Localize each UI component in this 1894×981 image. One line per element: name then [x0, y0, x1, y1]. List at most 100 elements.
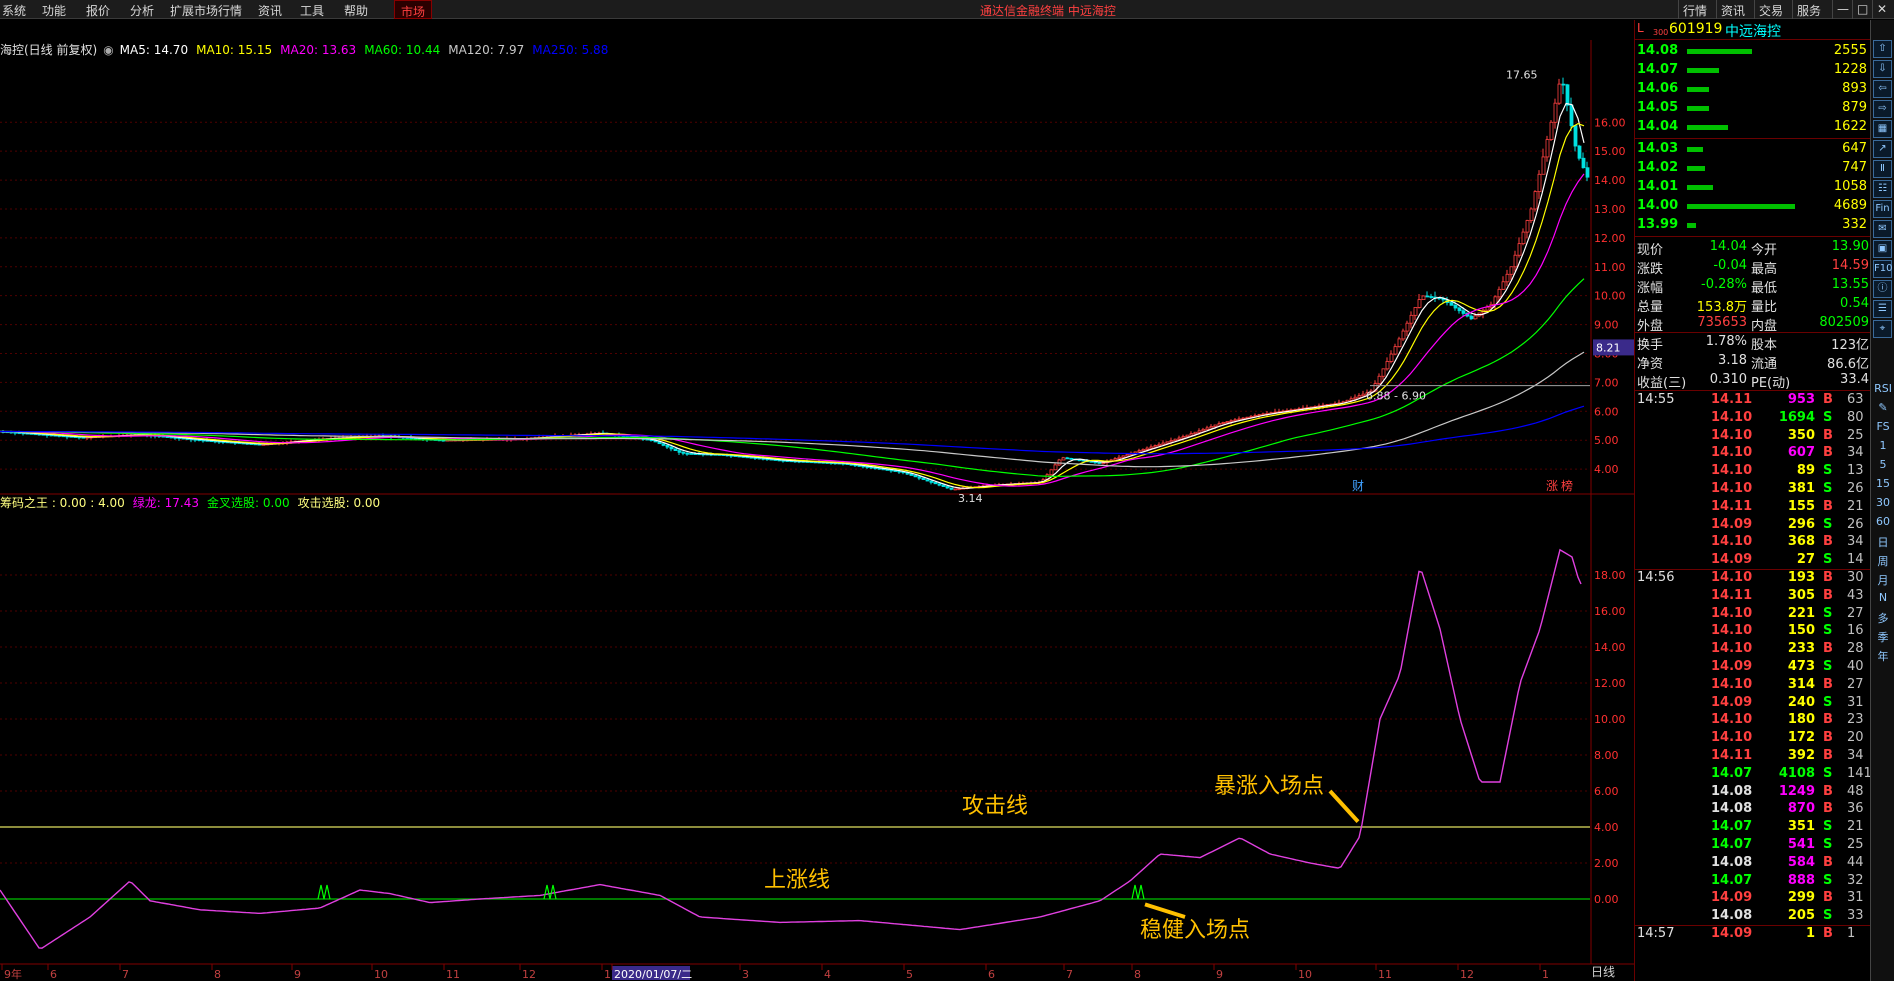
f10-icon[interactable]: F10 [1873, 260, 1892, 278]
tick-price: 14.10 [1711, 445, 1753, 461]
tick-count: 48 [1847, 783, 1864, 799]
bids-volume: 1058 [1833, 179, 1867, 194]
stat-row: 涨幅 -0.28% 最低 13.55 [1635, 276, 1871, 296]
trade-tick-row: 14.10 221 S 27 [1635, 605, 1871, 623]
chart-icon[interactable]: ↗ [1873, 140, 1892, 158]
bids-volume: 332 [1842, 217, 1867, 232]
rise-marker[interactable]: 涨 [1546, 478, 1558, 493]
stat-label-right: 今开 [1751, 243, 1778, 258]
asks-depth-bar [1687, 106, 1709, 111]
asks-depth-bar [1687, 49, 1752, 54]
tick-price: 14.10 [1711, 427, 1753, 443]
menu-item-6[interactable]: 工具 [300, 2, 324, 19]
tick-price: 14.10 [1711, 641, 1753, 657]
news-icon[interactable]: ✉ [1873, 220, 1892, 238]
tick-side: S [1823, 516, 1833, 532]
top-right-button-3[interactable]: 服务 [1792, 0, 1825, 19]
sidebar-text-12[interactable]: 多 [1871, 610, 1894, 626]
tick-volume: 584 [1787, 854, 1815, 870]
sidebar-text-9[interactable]: 周 [1871, 553, 1894, 569]
close-icon[interactable]: ✕ [1872, 0, 1891, 19]
main-y-tick: 5.00 [1594, 434, 1619, 447]
menu-item-4[interactable]: 扩展市场行情 [170, 2, 242, 19]
minimize-icon[interactable]: — [1832, 0, 1853, 19]
sidebar-text-5[interactable]: 15 [1871, 477, 1894, 490]
sidebar-text-1[interactable]: ✎ [1871, 401, 1894, 414]
sidebar-text-0[interactable]: RSI [1871, 382, 1894, 395]
bids-depth-bar [1687, 166, 1706, 171]
stat-value-left: 14.04 [1709, 239, 1747, 254]
time-tick: 9 [294, 968, 301, 981]
stat-row: 换手 1.78% 股本 123亿 [1635, 333, 1871, 353]
fin-icon[interactable]: Fin [1873, 200, 1892, 218]
ma-label-5: MA250: 5.88 [532, 43, 609, 57]
time-tick: 7 [1066, 968, 1073, 981]
stock-code: 601919 [1669, 21, 1723, 37]
left-arrow-icon[interactable]: ⇦ [1873, 80, 1892, 98]
main-y-tick: 4.00 [1594, 463, 1619, 476]
trade-tick-row: 14.10 314 B 27 [1635, 676, 1871, 694]
tick-volume: 888 [1787, 872, 1815, 888]
sidebar-text-4[interactable]: 5 [1871, 458, 1894, 471]
menu-item-2[interactable]: 报价 [86, 2, 110, 19]
sidebar-text-6[interactable]: 30 [1871, 496, 1894, 509]
top-right-button-1[interactable]: 资讯 [1716, 0, 1749, 19]
menu-item-1[interactable]: 功能 [42, 2, 66, 19]
tick-count: 21 [1847, 498, 1864, 514]
tick-count: 25 [1847, 427, 1864, 443]
rank-marker[interactable]: 榜 [1561, 478, 1573, 493]
finance-marker[interactable]: 财 [1352, 479, 1364, 493]
grid-icon[interactable]: ▦ [1873, 120, 1892, 138]
tick-price: 14.07 [1711, 819, 1753, 835]
quote-panel: L 300 601919 中远海控 14.08 2555 14.07 1228 14.06 893… [1634, 20, 1872, 981]
tick-side: S [1823, 819, 1833, 835]
trade-tick-row: 14.11 392 B 34 [1635, 747, 1871, 765]
sidebar-text-14[interactable]: 年 [1871, 648, 1894, 664]
maximize-icon[interactable]: □ [1852, 0, 1872, 19]
trade-tick-row: 14.10 89 S 13 [1635, 462, 1871, 480]
tick-price: 14.10 [1711, 712, 1753, 728]
list-icon[interactable]: ☰ [1873, 300, 1892, 318]
trade-tick-row: 14.08 870 B 36 [1635, 800, 1871, 818]
tick-count: 32 [1847, 872, 1864, 888]
up-arrow-icon[interactable]: ⇧ [1873, 40, 1892, 58]
sidebar-text-8[interactable]: 日 [1871, 534, 1894, 550]
sidebar-text-2[interactable]: FS [1871, 420, 1894, 433]
asks-price: 14.06 [1637, 81, 1679, 96]
tick-volume: 172 [1787, 730, 1815, 746]
top-right-button-0[interactable]: 行情 [1678, 0, 1711, 19]
menu-item-3[interactable]: 分析 [130, 2, 154, 19]
tick-side: S [1823, 908, 1833, 924]
tick-side: B [1823, 730, 1833, 746]
stat-value-left: 3.18 [1718, 353, 1747, 368]
trade-tick-row: 14.10 607 B 34 [1635, 444, 1871, 462]
zoom-icon[interactable]: ⌖ [1873, 320, 1892, 338]
sidebar-text-11[interactable]: N [1871, 591, 1894, 604]
calendar-icon[interactable]: ▣ [1873, 240, 1892, 258]
menu-item-0[interactable]: 系统 [2, 2, 26, 19]
stat-row: 净资 3.18 流通 86.6亿 [1635, 352, 1871, 372]
market-button[interactable]: 市场 [394, 0, 433, 19]
tick-side: S [1823, 694, 1833, 710]
sidebar-text-7[interactable]: 60 [1871, 515, 1894, 528]
tick-count: 21 [1847, 819, 1864, 835]
menu-item-5[interactable]: 资讯 [258, 2, 282, 19]
asks-volume: 893 [1842, 81, 1867, 96]
tick-price: 14.08 [1711, 908, 1753, 924]
menu-item-7[interactable]: 帮助 [344, 2, 368, 19]
tick-time: 14:55 [1637, 392, 1675, 407]
kline-icon[interactable]: Ⅱ [1873, 160, 1892, 178]
table-icon[interactable]: ☷ [1873, 180, 1892, 198]
sidebar-text-10[interactable]: 月 [1871, 572, 1894, 588]
settings-icon[interactable]: ◉ [103, 43, 113, 57]
tick-count: 34 [1847, 534, 1864, 550]
tick-side: S [1823, 409, 1833, 425]
sidebar-text-3[interactable]: 1 [1871, 439, 1894, 452]
info-icon[interactable]: ⓘ [1873, 280, 1892, 298]
top-right-button-2[interactable]: 交易 [1754, 0, 1787, 19]
down-arrow-icon[interactable]: ⇩ [1873, 60, 1892, 78]
sidebar-text-13[interactable]: 季 [1871, 629, 1894, 645]
tick-count: 25 [1847, 837, 1864, 852]
tick-price: 14.11 [1711, 392, 1753, 407]
right-arrow-icon[interactable]: ⇨ [1873, 100, 1892, 118]
